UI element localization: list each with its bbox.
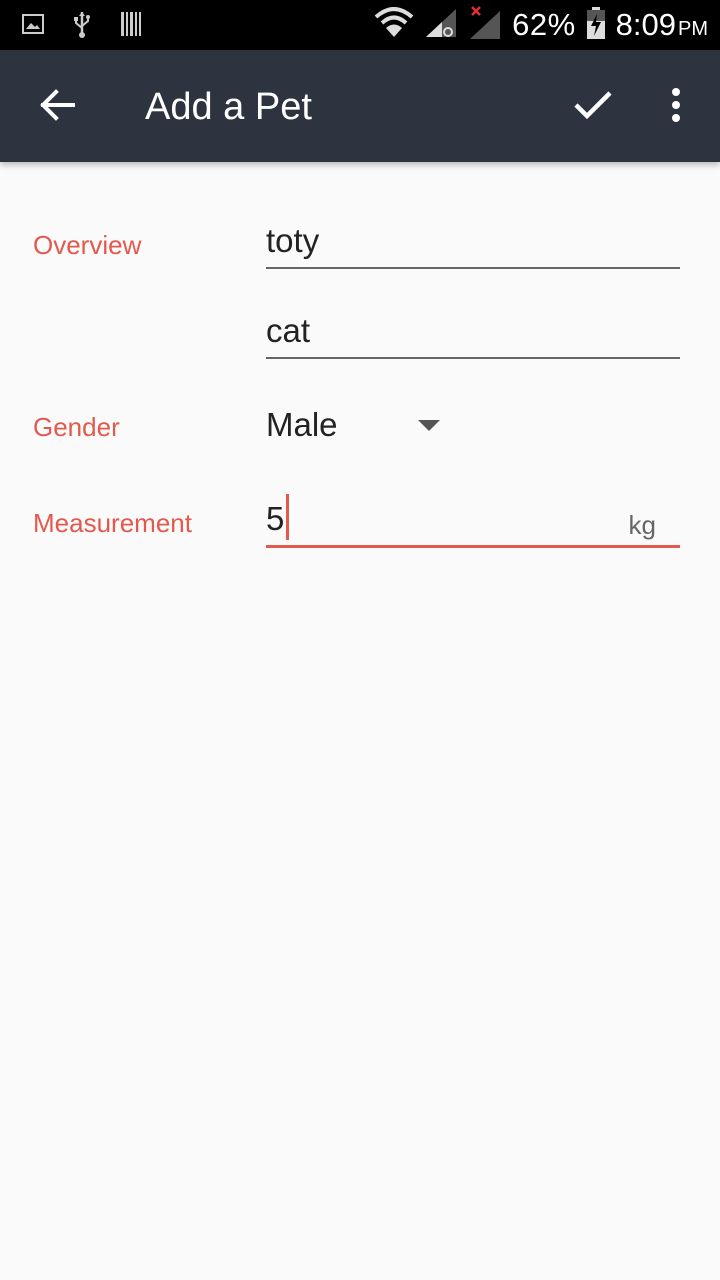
name-field-underline — [266, 267, 680, 269]
text-cursor — [286, 494, 289, 540]
image-icon — [22, 14, 44, 39]
measurement-field[interactable]: 5 kg — [266, 494, 680, 550]
check-icon — [574, 91, 612, 120]
arrow-back-icon — [40, 89, 75, 121]
battery-charging-icon — [586, 6, 606, 45]
app-bar: Add a Pet — [0, 50, 720, 162]
measurement-field-underline — [266, 545, 680, 548]
species-value: cat — [266, 312, 311, 349]
save-button[interactable] — [566, 78, 620, 132]
species-field[interactable]: cat — [266, 312, 680, 360]
measurement-value: 5 — [266, 500, 285, 537]
name-field[interactable]: toty — [266, 222, 680, 270]
signal-no-sim-icon — [468, 5, 502, 46]
gender-label: Gender — [33, 412, 120, 442]
clock-time: 8:09 — [615, 7, 676, 42]
clock-ampm: PM — [678, 18, 708, 40]
measurement-unit: kg — [628, 510, 656, 540]
overflow-menu-button[interactable] — [652, 78, 700, 132]
dropdown-arrow-icon — [418, 420, 440, 431]
status-bar: 62% 8:09 PM — [0, 0, 720, 50]
back-button[interactable] — [30, 78, 84, 132]
status-right-icons: 62% 8:09 PM — [374, 0, 708, 50]
name-value: toty — [266, 222, 320, 259]
barcode-icon — [120, 11, 142, 42]
page-title: Add a Pet — [145, 86, 312, 128]
gender-dropdown[interactable]: Male — [266, 404, 466, 454]
species-field-underline — [266, 357, 680, 359]
status-left-icons — [22, 10, 142, 43]
battery-percent: 62% — [512, 7, 576, 42]
measurement-label: Measurement — [33, 508, 192, 538]
usb-icon — [72, 10, 92, 43]
gender-value: Male — [266, 406, 338, 443]
overview-label: Overview — [33, 230, 142, 260]
more-vert-icon — [672, 88, 680, 122]
signal-icon — [424, 7, 458, 44]
wifi-icon — [374, 6, 414, 44]
